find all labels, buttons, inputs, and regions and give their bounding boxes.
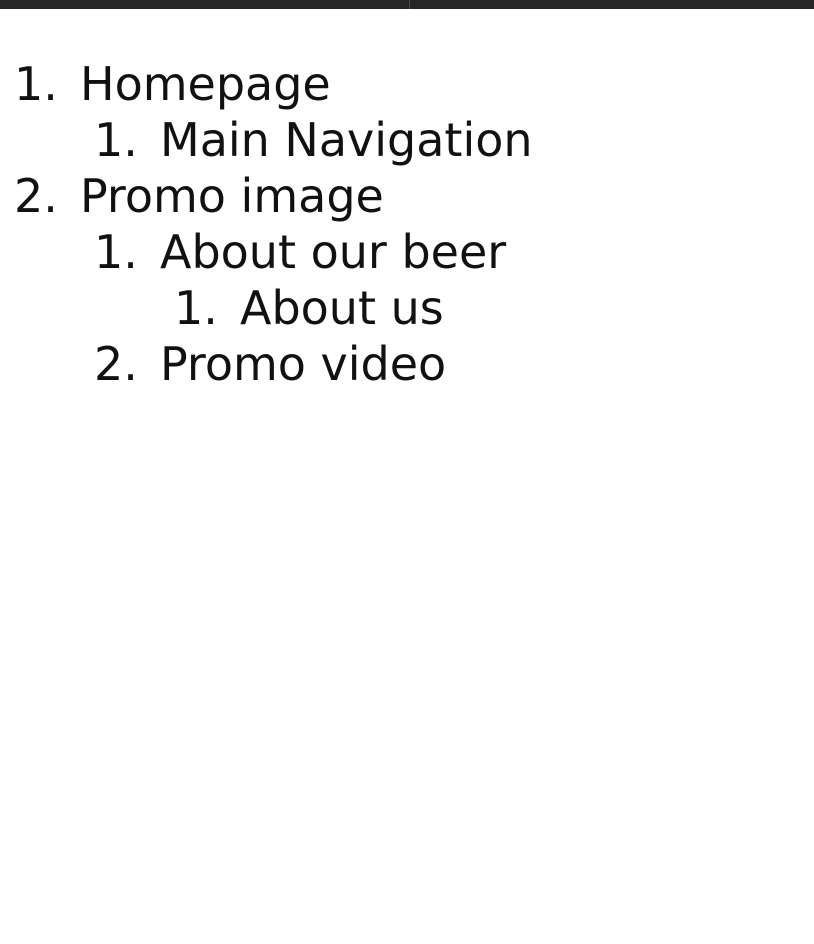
- list-item-row: 1. About our beer: [80, 224, 814, 280]
- list-item-about-our-beer: 1. About our beer 1. About us: [80, 224, 814, 336]
- list-item-row: 1. Homepage: [0, 56, 814, 112]
- list-item-number: 1.: [94, 225, 138, 279]
- list-item-number: 2.: [14, 169, 58, 223]
- list-item-row: 1. About us: [160, 280, 814, 336]
- list-item-row: 1. Main Navigation: [80, 112, 814, 168]
- list-item-promo-image: 2. Promo image 1. About our beer 1. Abou…: [0, 168, 814, 392]
- list-item-promo-video: 2. Promo video: [80, 336, 814, 392]
- outline-list: 1. Homepage 1. Main Navigation 2. Promo …: [0, 56, 814, 392]
- list-item-number: 2.: [94, 337, 138, 391]
- list-item-number: 1.: [94, 113, 138, 167]
- list-item-label: Promo video: [160, 337, 447, 391]
- list-item-about-us: 1. About us: [160, 280, 814, 336]
- top-window-bar: [0, 0, 814, 9]
- outline-content: 1. Homepage 1. Main Navigation 2. Promo …: [0, 56, 814, 392]
- list-item-row: 2. Promo video: [80, 336, 814, 392]
- list-item-main-navigation: 1. Main Navigation: [80, 112, 814, 168]
- top-bar-left-pane: [0, 0, 410, 9]
- top-bar-right-pane: [410, 0, 814, 9]
- nested-list: 1. About our beer 1. About us 2. Promo v…: [80, 224, 814, 392]
- list-item-row: 2. Promo image: [0, 168, 814, 224]
- list-item-label: Promo image: [80, 169, 384, 223]
- list-item-number: 1.: [14, 57, 58, 111]
- list-item-number: 1.: [174, 281, 218, 335]
- nested-list: 1. Main Navigation: [80, 112, 814, 168]
- list-item-label: About our beer: [160, 225, 507, 279]
- list-item-label: Homepage: [80, 57, 331, 111]
- list-item-label: About us: [240, 281, 444, 335]
- list-item-label: Main Navigation: [160, 113, 533, 167]
- nested-list: 1. About us: [160, 280, 814, 336]
- list-item-homepage: 1. Homepage 1. Main Navigation: [0, 56, 814, 168]
